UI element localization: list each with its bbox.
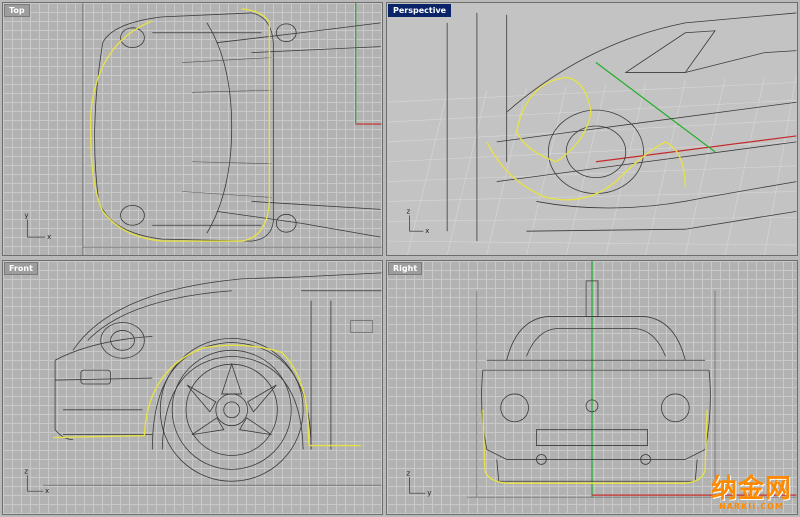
triad-y-label: y (427, 489, 431, 497)
perspective-viewport[interactable]: Perspective z x (386, 2, 798, 256)
top-view-wireframe: y x (24, 3, 382, 255)
triad-x-label: x (425, 227, 429, 235)
right-view-wireframe: z y (406, 261, 797, 498)
front-viewport-label[interactable]: Front (4, 262, 38, 275)
triad-z-label: z (406, 207, 410, 215)
triad-x-label: x (47, 233, 51, 241)
front-viewport[interactable]: Front z x (2, 260, 383, 515)
right-viewport-label[interactable]: Right (388, 262, 423, 275)
top-viewport-label[interactable]: Top (4, 4, 30, 17)
axis-triad-icon: z x (24, 467, 49, 495)
perspective-viewport-label[interactable]: Perspective (388, 4, 452, 17)
front-view-wireframe: z x (24, 272, 382, 495)
rhino-workspace: Top y x Perspective z x Front z x Right … (0, 0, 800, 517)
axis-triad-icon: y x (24, 211, 51, 241)
triad-y-label: y (24, 211, 28, 219)
triad-x-label: x (45, 487, 49, 495)
perspective-view-wireframe: z x (387, 12, 797, 255)
right-viewport[interactable]: Right z y (386, 260, 798, 515)
triad-z-label: z (24, 467, 28, 475)
triad-z-label: z (406, 469, 410, 477)
top-viewport[interactable]: Top y x (2, 2, 383, 256)
axis-triad-icon: z y (406, 469, 431, 497)
